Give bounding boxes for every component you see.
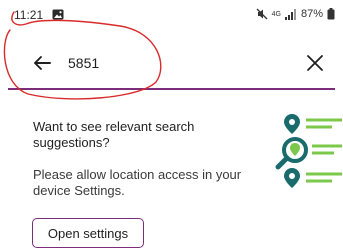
search-input[interactable]: [68, 52, 268, 74]
status-time: 11:21: [14, 8, 44, 22]
suggestions-title: Want to see relevant search suggestions?: [33, 119, 195, 150]
suggestions-body: Please allow location access in your dev…: [33, 167, 242, 198]
network-type: 4G: [271, 10, 281, 18]
gallery-notification-icon: [52, 9, 64, 20]
silent-mode-icon: [256, 8, 268, 20]
signal-strength-icon: [284, 8, 296, 20]
battery-icon: [327, 8, 335, 20]
status-bar: 11:21 4G 87%: [0, 0, 343, 30]
battery-percent: 87%: [300, 8, 323, 20]
open-settings-button[interactable]: Open settings: [32, 218, 144, 248]
status-icons: 4G 87%: [256, 8, 335, 20]
location-search-illustration: [275, 114, 342, 188]
arrow-left-icon[interactable]: [32, 53, 52, 73]
close-icon[interactable]: [303, 51, 327, 75]
search-bar: [8, 36, 335, 90]
